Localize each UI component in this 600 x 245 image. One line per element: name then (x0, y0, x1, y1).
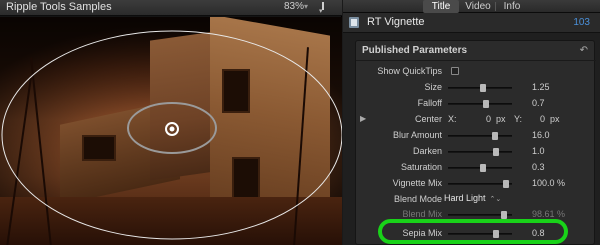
param-show-quicktips: Show QuickTips (356, 64, 596, 80)
effect-count: 103 (573, 17, 590, 28)
blend-mode-dropdown[interactable]: Hard Light ⌃⌄ (444, 193, 501, 203)
sepia-mix-highlight (378, 219, 568, 244)
effect-name: RT Vignette (367, 16, 425, 28)
center-x-value[interactable]: 0 (486, 114, 491, 124)
param-label: Vignette Mix (392, 178, 442, 188)
param-blur-amount: Blur Amount 16.0 (356, 128, 596, 144)
vignette-center-dot (169, 126, 175, 132)
panel-header: Published Parameters ↶ (356, 41, 596, 61)
disclosure-triangle-icon[interactable]: ▶ (360, 114, 366, 123)
param-saturation: Saturation 0.3 (356, 160, 596, 176)
slider-knob[interactable] (480, 164, 486, 172)
inspector-panel: Title Video Info RT Vignette 103 Publish… (343, 0, 600, 245)
slider-knob[interactable] (492, 132, 498, 140)
saturation-value[interactable]: 0.3 (532, 162, 545, 172)
panel-title: Published Parameters (362, 45, 468, 56)
viewer-title: Ripple Tools Samples (6, 1, 112, 13)
param-label: Blur Amount (392, 130, 442, 140)
blend-mix-value[interactable]: 98.61 % (532, 209, 565, 219)
falloff-value[interactable]: 0.7 (532, 98, 545, 108)
reset-icon[interactable]: ↶ (580, 45, 588, 56)
vignette-mix-unit: % (557, 178, 566, 188)
center-y-value[interactable]: 0 (540, 114, 545, 124)
param-size: Size 1.25 (356, 80, 596, 96)
blend-mix-slider[interactable] (448, 211, 512, 219)
param-label: Darken (412, 146, 442, 156)
tab-video[interactable]: Video (461, 0, 495, 13)
param-label: Falloff (417, 98, 442, 108)
falloff-slider[interactable] (448, 100, 512, 108)
zoom-level[interactable]: 83% (284, 1, 304, 12)
param-label: Show QuickTips (377, 66, 442, 76)
zoom-caret-icon[interactable]: ▾ (304, 2, 308, 11)
show-quicktips-checkbox[interactable] (451, 67, 459, 75)
param-falloff: Falloff 0.7 (356, 96, 596, 112)
param-label: Size (424, 82, 442, 92)
blend-mix-unit: % (557, 209, 566, 219)
size-slider[interactable] (448, 84, 512, 92)
slider-knob[interactable] (480, 84, 486, 92)
saturation-slider[interactable] (448, 164, 512, 172)
blur-amount-slider[interactable] (448, 132, 512, 140)
inspector-tabbar: Title Video Info (343, 0, 600, 13)
param-blend-mode: Blend Mode Hard Light ⌃⌄ (356, 192, 596, 208)
size-value[interactable]: 1.25 (532, 82, 550, 92)
published-parameters-panel: Published Parameters ↶ Show QuickTips Si… (355, 40, 596, 245)
tab-title[interactable]: Title (423, 0, 459, 13)
blur-amount-value[interactable]: 16.0 (532, 130, 550, 140)
param-label: Blend Mode (393, 194, 442, 204)
center-x-label: X: (448, 114, 457, 124)
effect-header: RT Vignette 103 (343, 13, 600, 33)
center-y-label: Y: (514, 114, 523, 124)
tab-info[interactable]: Info (497, 0, 527, 13)
center-x-unit: px (496, 114, 506, 124)
slider-knob[interactable] (493, 148, 499, 156)
tab-divider (495, 2, 496, 11)
vignette-mix-value[interactable]: 100.0 % (532, 178, 565, 188)
center-y-unit: px (550, 114, 560, 124)
viewer-panel: Ripple Tools Samples 83% ▾ ▾ (0, 0, 342, 245)
dropdown-caret-icon: ⌃⌄ (489, 196, 502, 203)
darken-value[interactable]: 1.0 (532, 146, 545, 156)
param-vignette-mix: Vignette Mix 100.0 % (356, 176, 596, 192)
param-label: Blend Mix (402, 209, 442, 219)
slider-knob[interactable] (501, 211, 507, 219)
darken-slider[interactable] (448, 148, 512, 156)
param-label: Center (414, 114, 442, 124)
param-darken: Darken 1.0 (356, 144, 596, 160)
param-label: Saturation (400, 162, 442, 172)
slider-knob[interactable] (483, 100, 489, 108)
vignette-mix-slider[interactable] (448, 180, 512, 188)
slider-knob[interactable] (503, 180, 509, 188)
viewer-header: Ripple Tools Samples 83% ▾ ▾ (0, 0, 342, 16)
view-options-icon[interactable]: ▾ (318, 2, 328, 15)
param-center: ▶ Center X: 0 px Y: 0 px (356, 112, 596, 128)
title-effect-icon (349, 17, 359, 28)
vignette-overlay (1, 30, 342, 240)
